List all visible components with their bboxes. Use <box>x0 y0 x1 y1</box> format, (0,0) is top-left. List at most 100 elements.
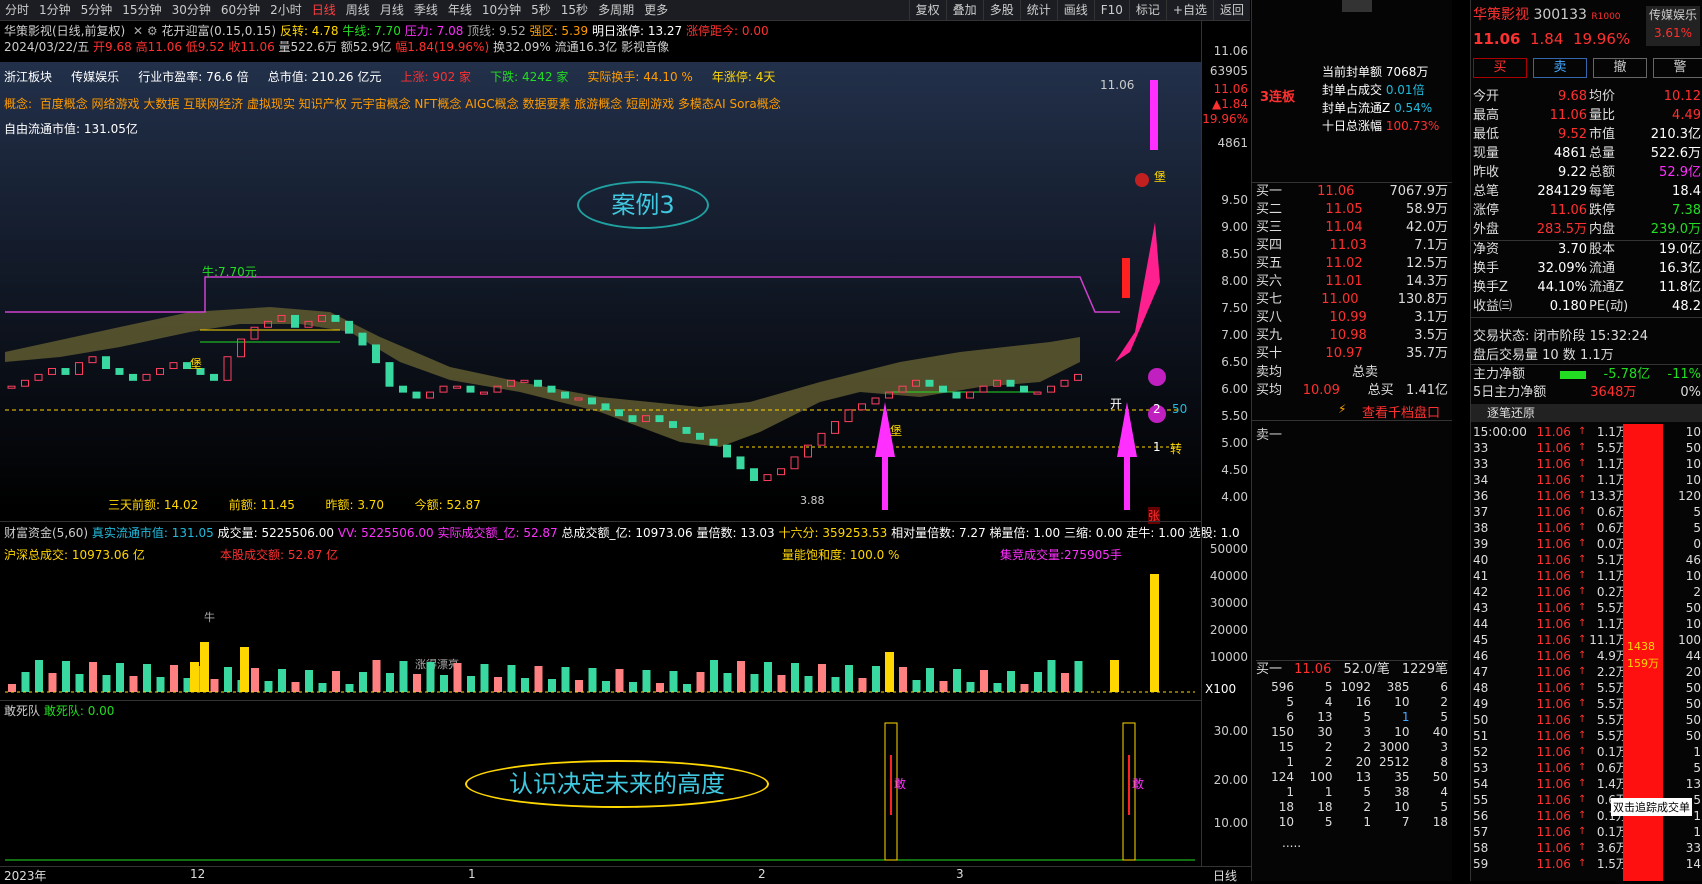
tab-15[interactable]: 多周期 <box>593 0 639 20</box>
ticks-header[interactable]: 逐笔还原 <box>1471 404 1702 422</box>
queue-row: 6 13 5 1 5 <box>1256 710 1448 725</box>
bar-open: 开9.68 <box>93 40 132 54</box>
bid-price: 11.00 <box>1321 292 1359 307</box>
tick-row[interactable]: 49 11.06 ↑ 5.5万 50 <box>1471 696 1702 712</box>
tick-row[interactable]: 43 11.06 ↑ 5.5万 50 <box>1471 600 1702 616</box>
toolbar-action-4[interactable]: 画线 <box>1056 0 1094 20</box>
tick-row[interactable]: 40 11.06 ↑ 5.1万 46 <box>1471 552 1702 568</box>
tick-row[interactable]: 33 11.06 ↑ 5.5万 50 <box>1471 440 1702 456</box>
tick-row[interactable]: 59 11.06 ↑ 1.5万 14 <box>1471 856 1702 872</box>
x-axis-mode[interactable]: 日线 <box>1213 867 1237 884</box>
buy-button[interactable]: 买 <box>1473 58 1527 78</box>
stat-label: 总量 <box>1589 146 1616 161</box>
tab-5[interactable]: 60分钟 <box>216 0 265 20</box>
bid-row[interactable]: 买五 11.02 12.5万 <box>1252 255 1452 273</box>
toolbar-action-7[interactable]: +自选 <box>1165 0 1213 20</box>
up-arrow-icon: ↑ <box>1578 666 1587 677</box>
cancel-order-button[interactable]: 撤 <box>1593 58 1647 78</box>
bid-row[interactable]: 买七 11.00 130.8万 <box>1252 291 1452 309</box>
volume-bar <box>548 679 556 692</box>
tab-4[interactable]: 30分钟 <box>167 0 216 20</box>
tab-9[interactable]: 月线 <box>375 0 409 20</box>
tick-row[interactable]: 48 11.06 ↑ 5.5万 50 <box>1471 680 1702 696</box>
tick-row[interactable]: 46 11.06 ↑ 4.9万 44 <box>1471 648 1702 664</box>
toolbar-action-1[interactable]: 叠加 <box>945 0 983 20</box>
sector-badge[interactable]: 传媒娱乐 3.61% <box>1646 6 1700 46</box>
queue-cell: 1 <box>1286 785 1294 799</box>
toolbar-action-6[interactable]: 标记 <box>1128 0 1166 20</box>
bid-row[interactable]: 买一 11.06 7067.9万 <box>1252 183 1452 201</box>
collapse-handle[interactable] <box>1342 0 1372 12</box>
queue-more[interactable]: ..... <box>1282 836 1301 850</box>
fanzhuan-value: 反转: 4.78 <box>279 24 339 38</box>
volume-bar <box>1047 660 1056 692</box>
toolbar-action-5[interactable]: F10 <box>1093 0 1129 20</box>
indicator-name[interactable]: 花开迎富(0.15,0.15) <box>162 24 277 38</box>
candle <box>750 468 758 482</box>
indicator1-title[interactable]: 财富资金(5,60) <box>4 526 88 540</box>
view-all-depth-link[interactable]: 查看千档盘口 <box>1362 402 1440 421</box>
tab-0[interactable]: 分时 <box>0 0 34 20</box>
volume-bar <box>1007 671 1015 692</box>
tab-14[interactable]: 15秒 <box>556 0 593 20</box>
tick-row[interactable]: 42 11.06 ↑ 0.2万 2 <box>1471 584 1702 600</box>
toolbar-action-3[interactable]: 统计 <box>1019 0 1057 20</box>
tick-row[interactable]: 44 11.06 ↑ 1.1万 10 <box>1471 616 1702 632</box>
stat-value: 210.3亿 <box>1650 127 1701 142</box>
tick-row[interactable]: 58 11.06 ↑ 3.6万 33 <box>1471 840 1702 856</box>
tick-row[interactable]: 45 11.06 ↑ 11.1万 100 <box>1471 632 1702 648</box>
tab-12[interactable]: 10分钟 <box>477 0 526 20</box>
bid-row[interactable]: 买十 10.97 35.7万 <box>1252 345 1452 363</box>
tab-2[interactable]: 5分钟 <box>76 0 118 20</box>
ten-day-label: 十日总涨幅 <box>1322 119 1383 133</box>
tab-6[interactable]: 2小时 <box>265 0 307 20</box>
bid-row[interactable]: 买三 11.04 42.0万 <box>1252 219 1452 237</box>
gear-icon[interactable]: ⚙ <box>147 24 158 38</box>
bid-row[interactable]: 买八 10.99 3.1万 <box>1252 309 1452 327</box>
tick-row[interactable]: 51 11.06 ↑ 5.5万 50 <box>1471 728 1702 744</box>
tick-row[interactable]: 53 11.06 ↑ 0.6万 5 <box>1471 760 1702 776</box>
bid-row[interactable]: 买六 11.01 14.3万 <box>1252 273 1452 291</box>
stat-row: 换手Z 44.10% 流通Z 11.8亿 <box>1471 279 1702 298</box>
queue-cell: 3 <box>1363 725 1371 739</box>
y-tick-vol: 20000 <box>1209 623 1248 637</box>
sell-button[interactable]: 卖 <box>1533 58 1587 78</box>
ind1-ti: 梯量倍: 1.00 <box>989 526 1061 540</box>
up-arrow-icon: ↑ <box>1578 714 1587 725</box>
tick-row[interactable]: 41 11.06 ↑ 1.1万 10 <box>1471 568 1702 584</box>
tick-row[interactable]: 47 11.06 ↑ 2.2万 20 <box>1471 664 1702 680</box>
tab-7[interactable]: 日线 <box>307 0 341 20</box>
tab-8[interactable]: 周线 <box>341 0 375 20</box>
toolbar-action-2[interactable]: 多股 <box>982 0 1020 20</box>
tick-row[interactable]: 39 11.06 ↑ 0.0万 0 <box>1471 536 1702 552</box>
tab-1[interactable]: 1分钟 <box>34 0 76 20</box>
tab-16[interactable]: 更多 <box>639 0 673 20</box>
tick-row[interactable]: 33 11.06 ↑ 1.1万 10 <box>1471 456 1702 472</box>
bid-row[interactable]: 买四 11.03 7.1万 <box>1252 237 1452 255</box>
volume-bar <box>993 683 1002 692</box>
tick-row[interactable]: 52 11.06 ↑ 0.1万 1 <box>1471 744 1702 760</box>
tick-row[interactable]: 36 11.06 ↑ 13.3万 120 <box>1471 488 1702 504</box>
tab-13[interactable]: 5秒 <box>526 0 556 20</box>
tick-row[interactable]: 34 11.06 ↑ 1.1万 10 <box>1471 472 1702 488</box>
tab-3[interactable]: 15分钟 <box>117 0 166 20</box>
toolbar-action-8[interactable]: 返回 <box>1212 0 1250 20</box>
tab-10[interactable]: 季线 <box>409 0 443 20</box>
alert-button[interactable]: 警 <box>1653 58 1702 78</box>
volume-bar <box>332 671 340 692</box>
tick-row[interactable]: 37 11.06 ↑ 0.6万 5 <box>1471 504 1702 520</box>
queue-cell: 18 <box>1432 815 1448 829</box>
tab-11[interactable]: 年线 <box>443 0 477 20</box>
bid-price: 11.06 <box>1317 184 1355 199</box>
bid-row[interactable]: 买二 11.05 58.9万 <box>1252 201 1452 219</box>
tick-row[interactable]: 38 11.06 ↑ 0.6万 5 <box>1471 520 1702 536</box>
bid-row[interactable]: 买九 10.98 3.5万 <box>1252 327 1452 345</box>
close-icon[interactable]: ✕ <box>133 24 143 38</box>
toolbar-action-0[interactable]: 复权 <box>908 0 946 20</box>
tick-price: 11.06 <box>1536 537 1571 551</box>
tick-row[interactable]: 50 11.06 ↑ 5.5万 50 <box>1471 712 1702 728</box>
tick-row[interactable]: 15:00:00 11.06 ↑ 1.1万 10 <box>1471 424 1702 440</box>
tick-row[interactable]: 54 11.06 ↑ 1.4万 13 <box>1471 776 1702 792</box>
tick-volume: 5.5万 <box>1596 601 1628 615</box>
tick-row[interactable]: 57 11.06 ↑ 0.1万 1 <box>1471 824 1702 840</box>
